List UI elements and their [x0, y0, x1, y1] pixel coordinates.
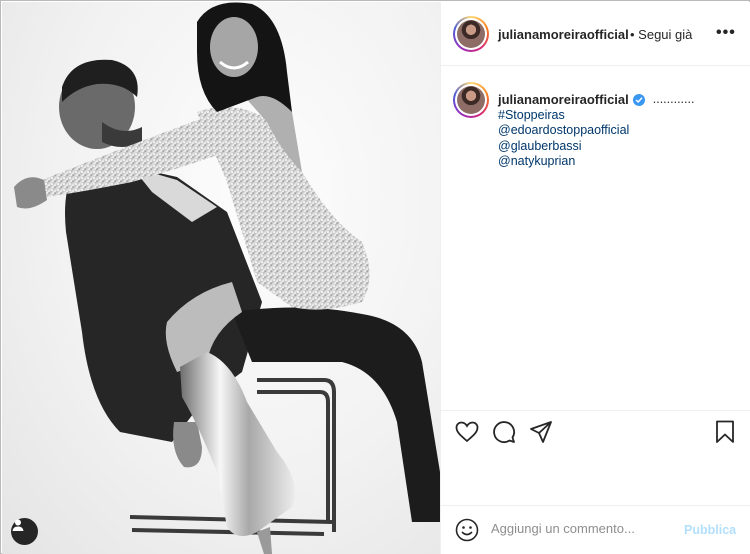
- share-button[interactable]: [528, 420, 554, 449]
- mention-link[interactable]: @edoardostoppaofficial: [498, 123, 738, 139]
- publish-button[interactable]: Pubblica: [684, 523, 736, 537]
- verified-badge-icon: [632, 93, 645, 106]
- avatar[interactable]: [453, 16, 489, 52]
- post-photo[interactable]: [2, 2, 440, 554]
- caption-text: ............: [652, 92, 695, 106]
- photo-illustration: [14, 2, 440, 554]
- caption: julianamoreiraofficial ............ #Sto…: [498, 92, 738, 170]
- comment-input[interactable]: [491, 521, 671, 536]
- comment-bar: Pubblica: [441, 505, 750, 554]
- comment-icon: [492, 420, 516, 449]
- post-header: julianamoreiraofficial • Segui già •••: [441, 2, 750, 66]
- post-side-panel: julianamoreiraofficial • Segui già ••• j…: [440, 2, 750, 554]
- mention-link[interactable]: @glauberbassi: [498, 139, 738, 155]
- avatar-image: [457, 20, 485, 48]
- save-button[interactable]: [712, 420, 738, 449]
- heart-icon: [455, 421, 479, 448]
- action-bar: [441, 410, 750, 456]
- more-options-button[interactable]: •••: [716, 24, 736, 42]
- instagram-post-window: julianamoreiraofficial • Segui già ••• j…: [0, 0, 750, 554]
- smiley-icon[interactable]: [455, 518, 479, 542]
- bookmark-icon: [715, 420, 735, 449]
- mention-link[interactable]: @natykuprian: [498, 154, 738, 170]
- follow-status-button[interactable]: • Segui già: [630, 27, 692, 42]
- like-button[interactable]: [454, 421, 480, 447]
- caption-username[interactable]: julianamoreiraofficial: [498, 92, 629, 108]
- header-username[interactable]: julianamoreiraofficial: [498, 27, 629, 42]
- caption-avatar[interactable]: [453, 82, 489, 118]
- paper-plane-icon: [529, 420, 553, 449]
- avatar-image: [457, 86, 485, 114]
- user-tag-button[interactable]: [11, 518, 38, 545]
- comment-button[interactable]: [491, 420, 517, 449]
- hashtag-link[interactable]: #Stoppeiras: [498, 108, 738, 124]
